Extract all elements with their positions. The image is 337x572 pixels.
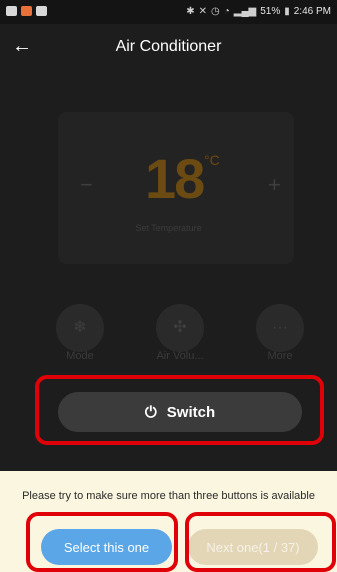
select-highlight: [26, 512, 178, 572]
switch-highlight: [35, 375, 324, 445]
temperature-unit: °C: [204, 152, 220, 168]
gallery-icon: [6, 6, 17, 16]
wifi-icon: ◔: [223, 5, 230, 17]
air-volume-label: Air Volu...: [156, 350, 204, 362]
app-screen: ✱ ✕ ◷ ◔ ▂▄▆ 51% ▮ 2:46 PM ← Air Conditio…: [0, 0, 337, 572]
mode-label: Mode: [66, 350, 94, 362]
air-volume-button[interactable]: ✣: [156, 304, 204, 352]
hint-text: Please try to make sure more than three …: [22, 490, 315, 502]
page-title: Air Conditioner: [115, 38, 222, 55]
status-bar: ✱ ✕ ◷ ◔ ▂▄▆ 51% ▮ 2:46 PM: [0, 0, 337, 24]
more-button[interactable]: ···: [256, 304, 304, 352]
next-highlight: [185, 512, 336, 572]
battery-percent: 51%: [260, 6, 281, 17]
folder-icon: [36, 6, 47, 16]
increase-temperature-button[interactable]: +: [268, 172, 281, 198]
status-right: ✱ ✕ ◷ ◔ ▂▄▆ 51% ▮ 2:46 PM: [186, 6, 331, 17]
alarm-icon: ◷: [210, 5, 220, 17]
bluetooth-icon: ✱: [186, 5, 195, 17]
status-time: 2:46 PM: [293, 6, 331, 17]
battery-icon: ▮: [284, 5, 290, 17]
fan-icon: ✣: [173, 319, 187, 336]
signal-icon: ▂▄▆: [233, 5, 257, 17]
status-left-icons: [6, 6, 47, 16]
snowflake-icon: ❄: [73, 319, 87, 336]
decrease-temperature-button[interactable]: −: [80, 172, 93, 198]
mute-icon: ✕: [198, 5, 207, 17]
app-icon: [21, 6, 32, 16]
header: ← Air Conditioner: [0, 24, 337, 72]
mode-button[interactable]: ❄: [56, 304, 104, 352]
temperature-label: Set Temperature: [135, 223, 202, 233]
more-icon: ···: [272, 319, 288, 336]
more-label: More: [267, 350, 293, 362]
temperature-value: 18: [145, 147, 205, 210]
